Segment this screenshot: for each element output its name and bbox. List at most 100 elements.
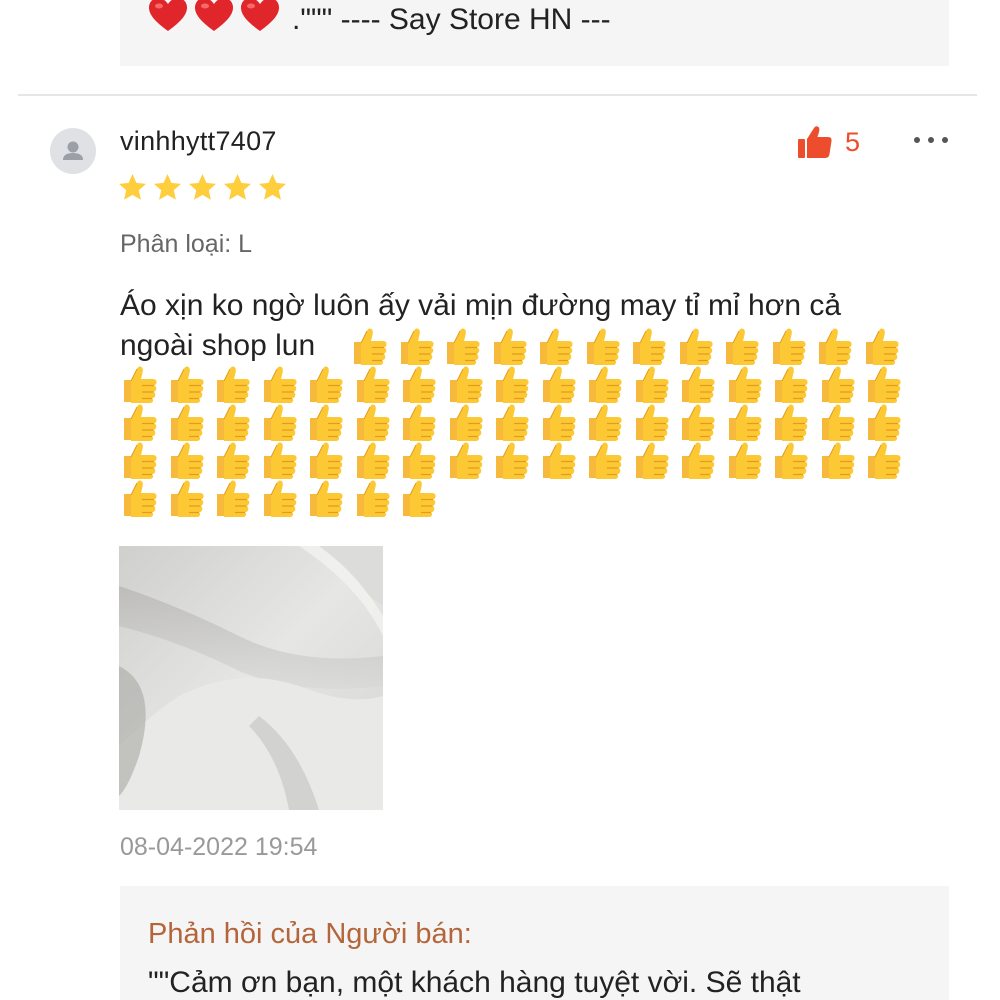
thumbs-up-emoji-icon: [403, 480, 436, 517]
thumbs-up-emoji-icon: [354, 328, 387, 365]
thumbs-up-emoji-icon: [403, 366, 436, 403]
seller-reply-text: ""Cảm ơn bạn, một khách hàng tuyệt vời. …: [148, 966, 801, 999]
thumbs-up-emoji-icon: [682, 366, 715, 403]
thumbs-up-emoji-icon: [542, 366, 576, 403]
thumbs-up-emoji-icon: [728, 442, 762, 479]
thumbs-up-emoji-icon: [775, 366, 808, 403]
thumbs-up-emoji-icon: [170, 366, 204, 403]
default-user-icon[interactable]: [50, 128, 96, 174]
review-divider: [18, 94, 977, 96]
thumbs-up-emoji-icon: [449, 366, 483, 403]
thumbs-up-emoji-icon: [865, 328, 899, 365]
thumbs-up-emoji-icon: [217, 480, 250, 517]
thumbs-up-row: [120, 440, 911, 480]
like-count: 5: [845, 126, 861, 157]
thumbs-up-emoji-icon: [170, 404, 204, 441]
thumbs-up-emoji-icon: [124, 366, 157, 403]
seller-reply-label: Phản hồi của Người bán:: [148, 918, 472, 950]
reviewer-username[interactable]: vinhhytt7407: [120, 124, 277, 158]
thumbs-up-emoji-icon: [310, 404, 343, 441]
thumbs-up-emoji-icon: [542, 442, 576, 479]
review-page: .""" ---- Say Store HN --- vinhhytt7407 …: [0, 0, 1000, 1000]
thumbs-up-emoji-icon: [589, 404, 622, 441]
star-icon: [119, 174, 146, 200]
like-button[interactable]: 5: [797, 124, 860, 160]
thumbs-up-emoji-icon: [217, 442, 250, 479]
previous-seller-reply: .""" ---- Say Store HN ---: [120, 0, 949, 66]
review-photo[interactable]: [119, 546, 383, 810]
thumbs-up-emoji-icon: [217, 366, 250, 403]
thumbs-up-emoji-icon: [356, 480, 390, 517]
thumbs-up-emoji-icon: [496, 366, 529, 403]
thumbs-up-emoji-icon: [635, 442, 669, 479]
thumbs-up-emoji-icon: [493, 328, 527, 365]
thumbs-up-emoji-icon: [356, 366, 390, 403]
thumbs-up-emoji-icon: [633, 328, 666, 365]
seller-reply: Phản hồi của Người bán: ""Cảm ơn bạn, mộ…: [120, 886, 949, 1000]
thumbs-up-emoji-icon: [496, 404, 529, 441]
rating-stars: [118, 173, 287, 202]
hearts-group: [148, 0, 286, 44]
heart-emoji-icon: [195, 0, 233, 31]
star-icon: [259, 174, 286, 200]
thumbs-up-emoji-icon: [263, 442, 297, 479]
previous-reply-line: .""" ---- Say Store HN ---: [148, 0, 611, 40]
thumbs-up-emoji-icon: [356, 442, 390, 479]
star-icon: [154, 174, 181, 200]
thumbs-up-emoji-icon: [589, 366, 622, 403]
thumbs-up-emoji-icon: [586, 328, 620, 365]
thumbs-up-emoji-icon: [496, 442, 529, 479]
star-icon: [224, 174, 251, 200]
thumbs-up-emoji-icon: [449, 442, 483, 479]
heart-emoji-icon: [149, 0, 187, 31]
thumbs-up-emoji-icon: [775, 442, 808, 479]
thumbs-up-emoji-icon: [356, 404, 390, 441]
thumbs-up-emoji-icon: [819, 328, 852, 365]
thumbs-up-icon: [798, 126, 832, 158]
thumbs-up-emoji-icon: [263, 480, 297, 517]
thumbs-up-emoji-icon: [821, 442, 855, 479]
thumbs-up-emoji-icon: [775, 404, 808, 441]
thumbs-up-emoji-icon: [821, 404, 855, 441]
review-timestamp: 08-04-2022 19:54: [120, 833, 318, 861]
thumbs-up-emoji-icon: [124, 480, 157, 517]
thumbs-up-emoji-icon: [542, 404, 576, 441]
thumbs-up-emoji-icon: [635, 366, 669, 403]
thumbs-up-row: [120, 402, 911, 442]
thumbs-up-emoji-icon: [679, 328, 713, 365]
thumbs-up-emoji-icon: [772, 328, 806, 365]
thumbs-up-emoji-icon: [726, 328, 759, 365]
thumbs-up-emoji-icon: [682, 442, 715, 479]
thumbs-up-emoji-icon: [217, 404, 250, 441]
thumbs-up-emoji-icon: [540, 328, 573, 365]
thumbs-up-emoji-icon: [449, 404, 483, 441]
thumbs-up-emoji-icon: [868, 442, 901, 479]
thumbs-up-emoji-icon: [310, 480, 343, 517]
thumbs-up-emoji-icon: [263, 404, 297, 441]
more-options-icon[interactable]: [914, 128, 948, 152]
thumbs-up-emoji-icon: [635, 404, 669, 441]
thumbs-up-emoji-icon: [263, 366, 297, 403]
thumbs-up-emoji-icon: [310, 442, 343, 479]
thumbs-up-emoji-icon: [400, 328, 434, 365]
product-variation: Phân loại: L: [120, 230, 253, 258]
thumbs-up-emoji-icon: [728, 404, 762, 441]
thumbs-up-row: [350, 326, 908, 366]
thumbs-up-emoji-icon: [403, 442, 436, 479]
thumbs-up-emoji-icon: [170, 442, 204, 479]
thumbs-up-emoji-icon: [170, 480, 204, 517]
thumbs-up-emoji-icon: [124, 404, 157, 441]
thumbs-up-emoji-icon: [589, 442, 622, 479]
thumbs-up-emoji-icon: [868, 366, 901, 403]
thumbs-up-row: [120, 364, 911, 404]
heart-emoji-icon: [241, 0, 279, 31]
thumbs-up-emoji-icon: [821, 366, 855, 403]
previous-reply-text: .""" ---- Say Store HN ---: [292, 3, 611, 36]
thumbs-up-emoji-icon: [310, 366, 343, 403]
thumbs-up-emoji-icon: [868, 404, 901, 441]
thumbs-up-emoji-icon: [403, 404, 436, 441]
thumbs-up-emoji-icon: [447, 328, 480, 365]
thumbs-up-emoji-icon: [124, 442, 157, 479]
thumbs-up-emoji-icon: [682, 404, 715, 441]
star-icon: [189, 174, 216, 200]
